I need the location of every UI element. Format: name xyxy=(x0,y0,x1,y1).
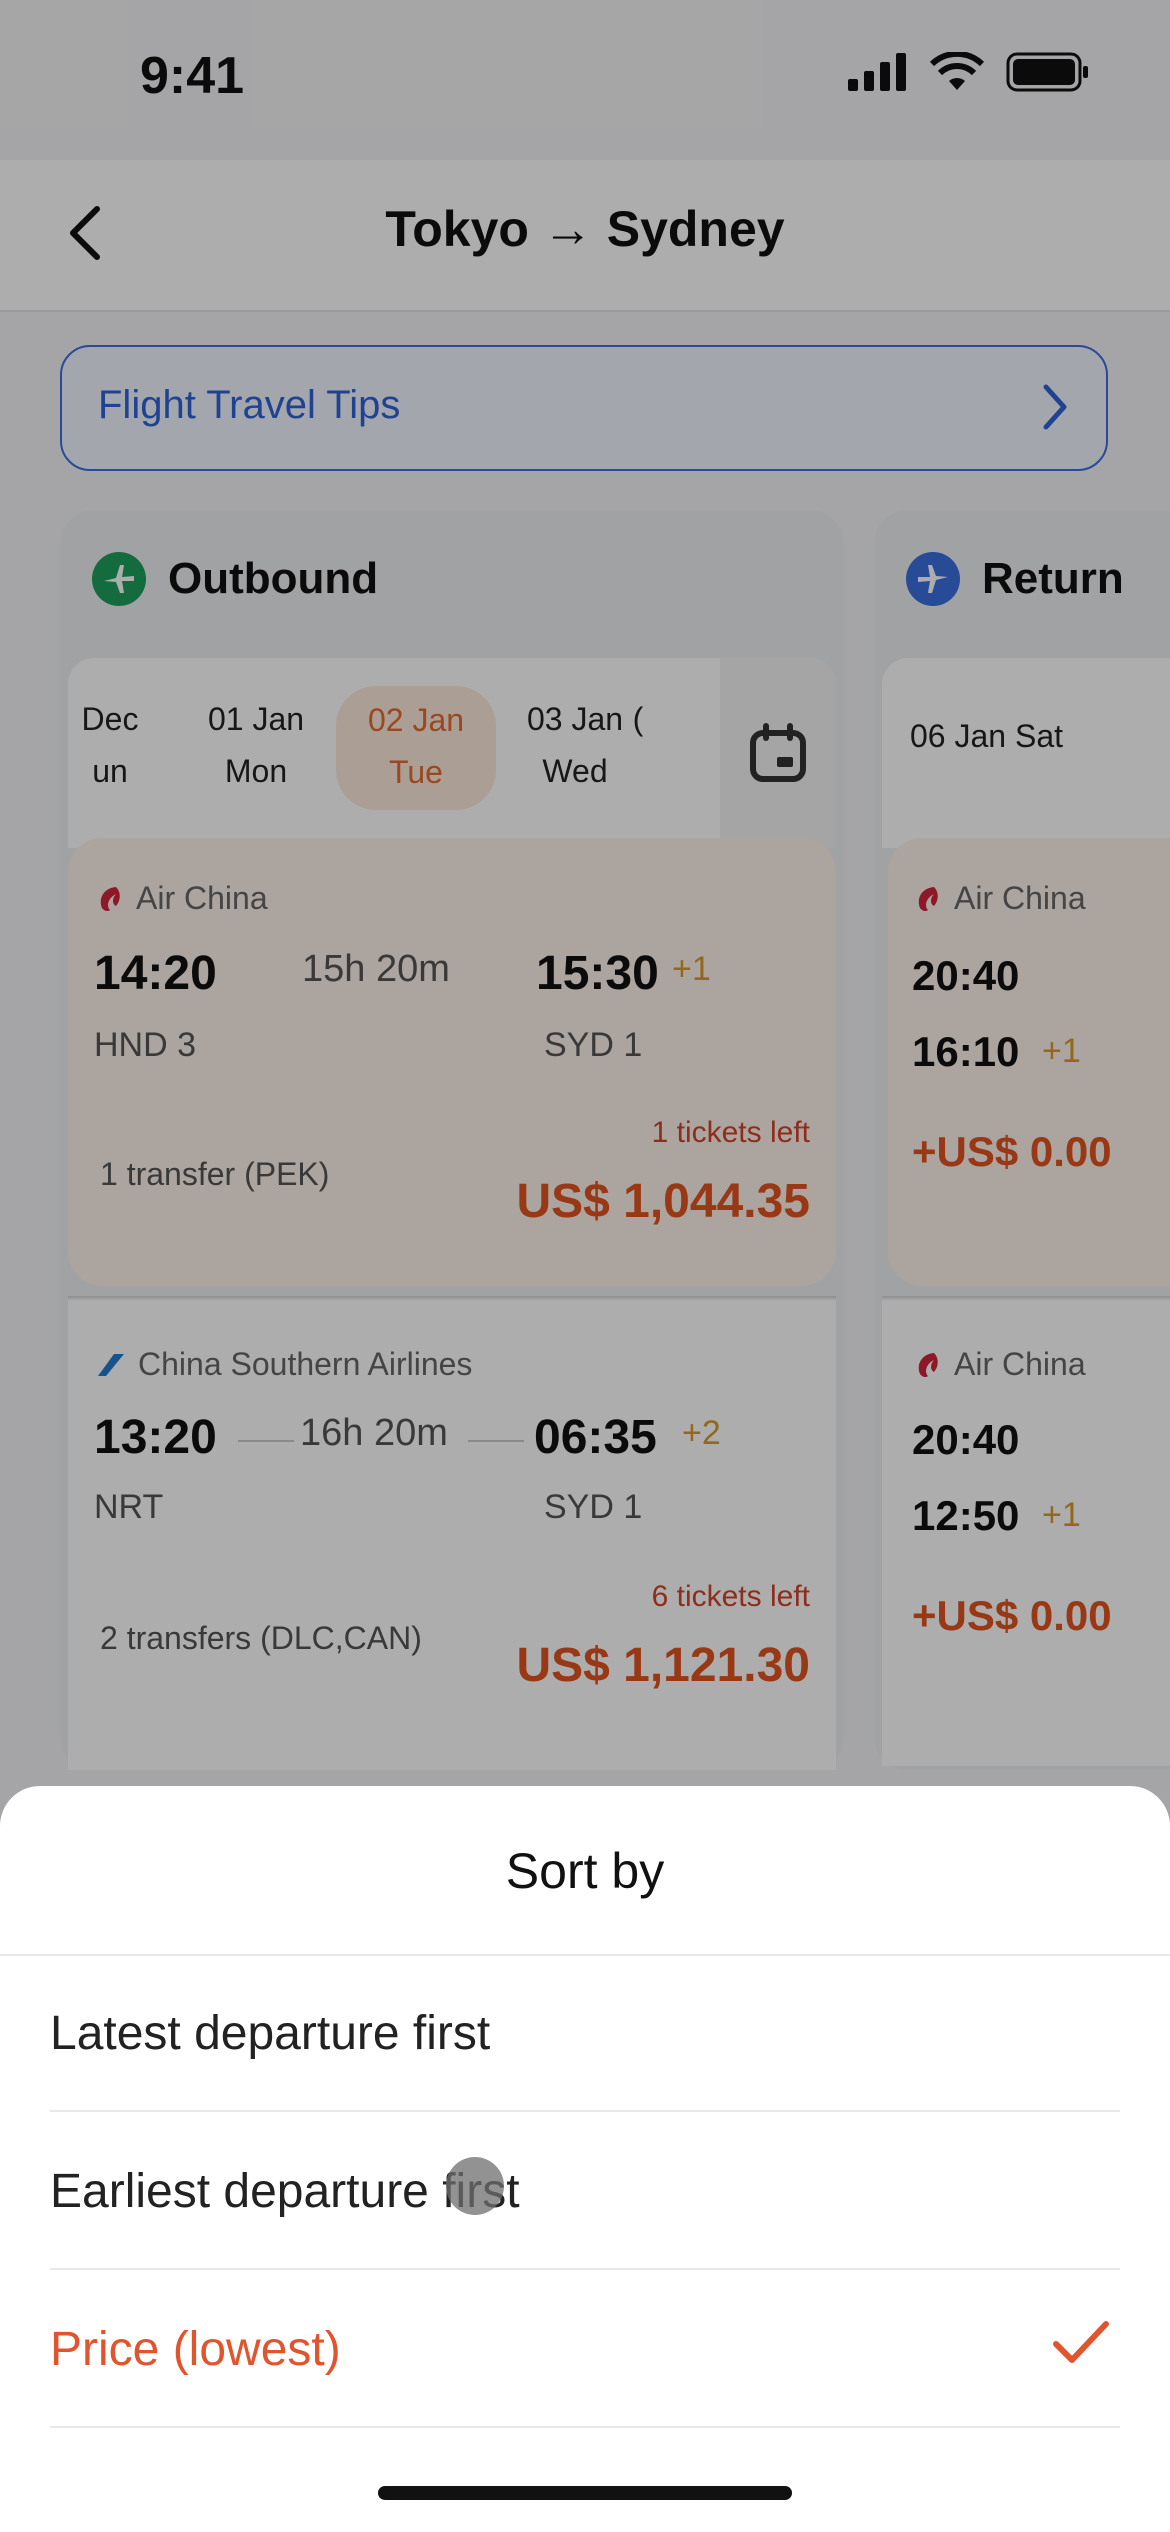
option-label: Price (lowest) xyxy=(50,2322,341,2376)
home-indicator[interactable] xyxy=(378,2486,792,2500)
option-label: Latest departure first xyxy=(50,2006,491,2060)
checkmark-icon xyxy=(1053,2321,1109,2363)
sheet-title: Sort by xyxy=(505,1843,665,1899)
sort-sheet: Sort by Latest departure first Earliest … xyxy=(0,1786,1170,2532)
sort-option-latest[interactable]: Latest departure first xyxy=(50,1956,1120,2112)
sort-option-price[interactable]: Price (lowest) xyxy=(50,2272,1120,2428)
touch-indicator xyxy=(446,2157,504,2215)
sort-option-earliest[interactable]: Earliest departure first xyxy=(50,2114,1120,2270)
